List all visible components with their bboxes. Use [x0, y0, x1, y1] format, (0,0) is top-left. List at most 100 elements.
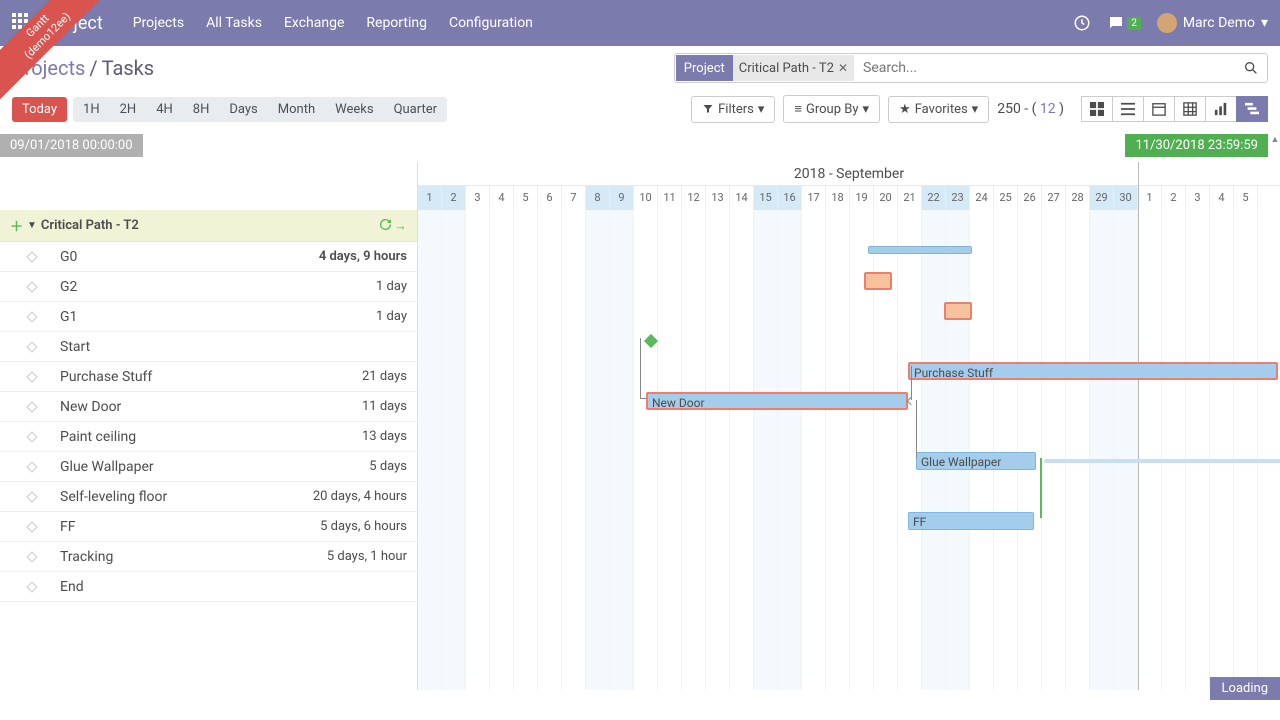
day-cell[interactable]: 25: [994, 186, 1018, 210]
zoom-weeks[interactable]: Weeks: [325, 97, 383, 122]
task-row[interactable]: Start: [0, 332, 417, 362]
filters-button[interactable]: Filters ▾: [691, 96, 775, 123]
task-handle-icon[interactable]: [26, 431, 37, 442]
day-cell[interactable]: 5: [1234, 186, 1258, 210]
day-cell[interactable]: 30: [1114, 186, 1138, 210]
milestone-start[interactable]: [644, 334, 658, 348]
menu-projects[interactable]: Projects: [133, 15, 184, 31]
view-pivot-icon[interactable]: [1174, 96, 1206, 122]
task-row[interactable]: G11 day: [0, 302, 417, 332]
task-row[interactable]: Self-leveling floor20 days, 4 hours: [0, 482, 417, 512]
group-header[interactable]: ＋ ▼ Critical Path - T2 →: [0, 210, 417, 242]
task-row[interactable]: End: [0, 572, 417, 602]
day-cell[interactable]: 1: [418, 186, 442, 210]
bar-glue-wallpaper[interactable]: Glue Wallpaper: [916, 452, 1036, 470]
bar-new-door[interactable]: New Door: [646, 392, 908, 410]
day-cell[interactable]: 15: [754, 186, 778, 210]
day-cell[interactable]: 18: [826, 186, 850, 210]
task-handle-icon[interactable]: [26, 551, 37, 562]
menu-reporting[interactable]: Reporting: [366, 15, 427, 31]
day-cell[interactable]: 28: [1066, 186, 1090, 210]
view-calendar-icon[interactable]: [1143, 96, 1175, 122]
day-cell[interactable]: 9: [610, 186, 634, 210]
day-cell[interactable]: 27: [1042, 186, 1066, 210]
day-cell[interactable]: 10: [634, 186, 658, 210]
facet-remove-icon[interactable]: ✕: [838, 61, 848, 75]
search-input[interactable]: [855, 60, 1235, 76]
bar-g1[interactable]: [944, 302, 972, 320]
user-menu[interactable]: Marc Demo ▾: [1157, 13, 1268, 33]
task-handle-icon[interactable]: [26, 251, 37, 262]
day-cell[interactable]: 24: [970, 186, 994, 210]
today-button[interactable]: Today: [12, 97, 67, 122]
task-handle-icon[interactable]: [26, 401, 37, 412]
view-kanban-icon[interactable]: [1081, 96, 1113, 122]
caret-down-icon[interactable]: ▼: [27, 220, 37, 231]
day-cell[interactable]: 13: [706, 186, 730, 210]
view-list-icon[interactable]: [1112, 96, 1144, 122]
groupby-button[interactable]: ≡ Group By ▾: [783, 95, 880, 123]
zoom-1h[interactable]: 1H: [73, 97, 110, 122]
view-graph-icon[interactable]: [1205, 96, 1237, 122]
day-cell[interactable]: 26: [1018, 186, 1042, 210]
menu-exchange[interactable]: Exchange: [284, 15, 344, 31]
search-icon[interactable]: [1235, 60, 1267, 76]
day-cell[interactable]: 2: [442, 186, 466, 210]
day-cell[interactable]: 2: [1162, 186, 1186, 210]
menu-all-tasks[interactable]: All Tasks: [206, 15, 262, 31]
bar-g2[interactable]: [864, 272, 892, 290]
task-row[interactable]: Glue Wallpaper5 days: [0, 452, 417, 482]
task-row[interactable]: FF5 days, 6 hours: [0, 512, 417, 542]
bar-g0[interactable]: [868, 246, 972, 254]
day-cell[interactable]: 19: [850, 186, 874, 210]
scroll-up-icon[interactable]: ▲: [1270, 134, 1280, 148]
task-row[interactable]: Tracking5 days, 1 hour: [0, 542, 417, 572]
day-cell[interactable]: 11: [658, 186, 682, 210]
favorites-button[interactable]: ★ Favorites ▾: [888, 96, 989, 123]
day-cell[interactable]: 6: [538, 186, 562, 210]
day-cell[interactable]: 8: [586, 186, 610, 210]
task-row[interactable]: Purchase Stuff21 days: [0, 362, 417, 392]
conversations-icon[interactable]: 2: [1107, 14, 1141, 32]
zoom-quarter[interactable]: Quarter: [384, 97, 447, 122]
bar-ff[interactable]: FF: [908, 512, 1034, 530]
zoom-8h[interactable]: 8H: [183, 97, 220, 122]
task-row[interactable]: G21 day: [0, 272, 417, 302]
clock-icon[interactable]: [1073, 14, 1091, 32]
gantt-chart[interactable]: Purchase Stuff New Door Glue Wallpaper F…: [418, 210, 1280, 690]
day-cell[interactable]: 4: [1210, 186, 1234, 210]
day-cell[interactable]: 17: [802, 186, 826, 210]
task-handle-icon[interactable]: [26, 311, 37, 322]
task-handle-icon[interactable]: [26, 461, 37, 472]
day-cell[interactable]: 3: [466, 186, 490, 210]
task-handle-icon[interactable]: [26, 521, 37, 532]
task-handle-icon[interactable]: [26, 341, 37, 352]
day-cell[interactable]: 20: [874, 186, 898, 210]
day-cell[interactable]: 5: [514, 186, 538, 210]
task-row[interactable]: G04 days, 9 hours: [0, 242, 417, 272]
task-handle-icon[interactable]: [26, 281, 37, 292]
day-cell[interactable]: 23: [946, 186, 970, 210]
day-cell[interactable]: 22: [922, 186, 946, 210]
task-handle-icon[interactable]: [26, 371, 37, 382]
day-cell[interactable]: 21: [898, 186, 922, 210]
view-gantt-icon[interactable]: [1236, 96, 1268, 122]
bar-purchase-stuff[interactable]: Purchase Stuff: [908, 362, 1278, 380]
zoom-2h[interactable]: 2H: [110, 97, 147, 122]
task-row[interactable]: New Door11 days: [0, 392, 417, 422]
day-cell[interactable]: 1: [1138, 186, 1162, 210]
group-actions[interactable]: →: [379, 218, 407, 234]
task-row[interactable]: Paint ceiling13 days: [0, 422, 417, 452]
day-cell[interactable]: 12: [682, 186, 706, 210]
add-icon[interactable]: ＋: [10, 216, 23, 235]
task-handle-icon[interactable]: [26, 491, 37, 502]
day-cell[interactable]: 4: [490, 186, 514, 210]
zoom-days[interactable]: Days: [219, 97, 267, 122]
day-cell[interactable]: 14: [730, 186, 754, 210]
zoom-month[interactable]: Month: [268, 97, 325, 122]
zoom-4h[interactable]: 4H: [146, 97, 183, 122]
menu-configuration[interactable]: Configuration: [449, 15, 533, 31]
task-handle-icon[interactable]: [26, 581, 37, 592]
day-cell[interactable]: 7: [562, 186, 586, 210]
day-cell[interactable]: 3: [1186, 186, 1210, 210]
